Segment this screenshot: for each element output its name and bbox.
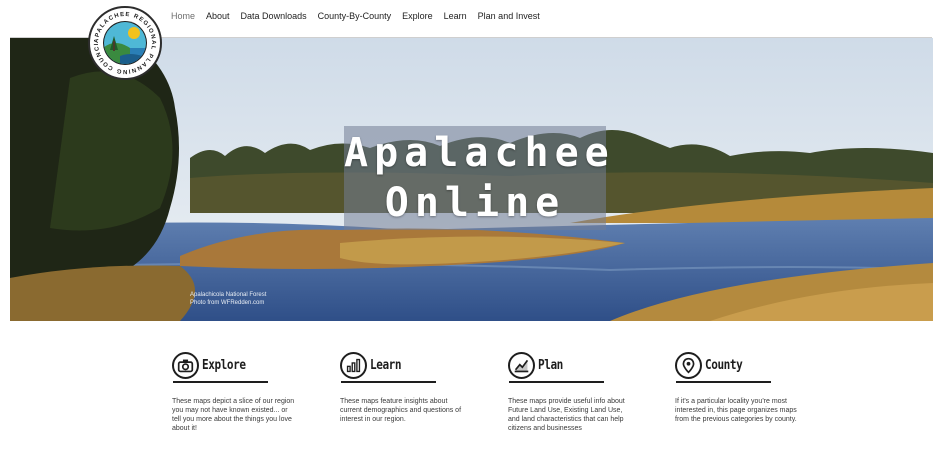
card-underline [676, 381, 771, 383]
nav-about[interactable]: About [206, 11, 230, 21]
apalachee-logo-icon: APALACHEE REGIONAL PLANNING COUNCIL [90, 8, 158, 76]
card-plan-description: These maps provide useful info about Fut… [508, 398, 625, 432]
card-county-description: If it's a particular locality you're mos… [675, 398, 797, 423]
hero-banner: Apalachee Online Apalachicola National F… [10, 38, 933, 321]
card-plan[interactable]: Plan These maps provide useful info abou… [508, 350, 638, 433]
card-county-title[interactable]: County [705, 358, 743, 373]
card-learn-description: These maps feature insights about curren… [340, 398, 462, 423]
nav-home[interactable]: Home [171, 11, 195, 21]
card-explore-description: These maps depict a slice of our region … [172, 398, 295, 432]
site-logo[interactable]: APALACHEE REGIONAL PLANNING COUNCIL [88, 6, 162, 80]
camera-icon [172, 351, 199, 379]
bar-chart-icon [340, 351, 367, 379]
card-county[interactable]: County If it's a particular locality you… [675, 350, 805, 424]
hero-title-line2: Online [384, 180, 566, 226]
nav-explore[interactable]: Explore [402, 11, 433, 21]
nav-plan-and-invest[interactable]: Plan and Invest [478, 11, 540, 21]
nav-learn[interactable]: Learn [444, 11, 467, 21]
caption-location: Apalachicola National Forest [190, 292, 267, 298]
card-plan-title[interactable]: Plan [538, 358, 563, 373]
photo-caption: Apalachicola National Forest Photo from … [190, 291, 266, 307]
trend-chart-icon [508, 351, 535, 379]
card-learn[interactable]: Learn These maps feature insights about … [340, 350, 470, 424]
card-explore-title[interactable]: Explore [202, 358, 246, 373]
main-nav: Home About Data Downloads County-By-Coun… [171, 11, 540, 21]
card-underline [341, 381, 436, 383]
card-learn-title[interactable]: Learn [370, 358, 402, 373]
nav-county-by-county[interactable]: County-By-County [318, 11, 392, 21]
card-explore[interactable]: Explore These maps depict a slice of our… [172, 350, 302, 433]
hero-title-line1: Apalachee [344, 130, 615, 176]
caption-credit: Photo from WFRedden.com [190, 300, 265, 306]
card-underline [173, 381, 268, 383]
location-pin-icon [675, 351, 702, 379]
card-underline [509, 381, 604, 383]
nav-data-downloads[interactable]: Data Downloads [241, 11, 307, 21]
